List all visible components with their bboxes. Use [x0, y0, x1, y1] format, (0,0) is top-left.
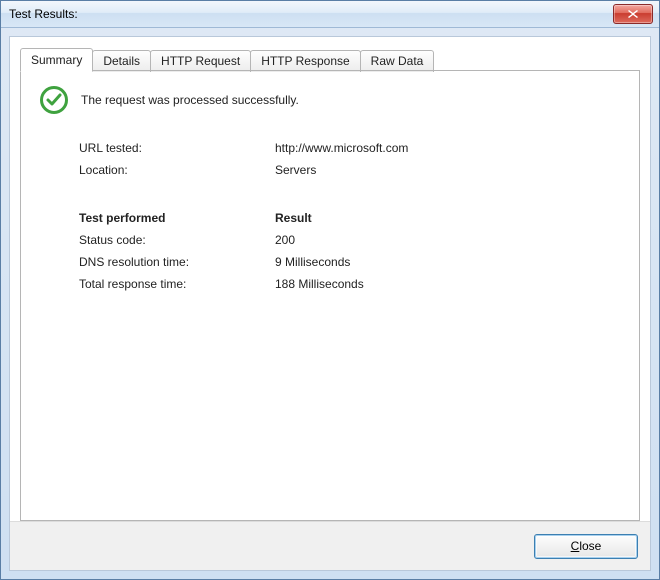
tabstrip-baseline	[20, 70, 640, 71]
tab-label: Raw Data	[371, 54, 424, 68]
status-message: The request was processed successfully.	[81, 93, 299, 107]
close-button[interactable]: Close	[534, 534, 638, 559]
value-location: Servers	[275, 163, 621, 177]
close-button-label-rest: lose	[579, 539, 601, 553]
value-status-code: 200	[275, 233, 621, 247]
tab-label: HTTP Response	[261, 54, 349, 68]
tab-label: Details	[103, 54, 140, 68]
dialog-window: Test Results: Summary Details HTTP Reque…	[0, 0, 660, 580]
summary-grid: URL tested: http://www.microsoft.com Loc…	[79, 141, 621, 291]
value-dns-resolution-time: 9 Milliseconds	[275, 255, 621, 269]
dialog-footer: Close	[10, 521, 650, 570]
status-row: The request was processed successfully.	[39, 85, 621, 115]
tab-label: Summary	[31, 53, 82, 67]
tab-details[interactable]: Details	[92, 50, 151, 72]
tabstrip: Summary Details HTTP Request HTTP Respon…	[10, 37, 650, 71]
tab-http-request[interactable]: HTTP Request	[150, 50, 251, 72]
close-icon	[628, 10, 638, 18]
header-test-performed: Test performed	[79, 211, 269, 225]
grid-spacer	[79, 185, 621, 203]
label-url-tested: URL tested:	[79, 141, 269, 155]
tab-raw-data[interactable]: Raw Data	[360, 50, 435, 72]
success-check-icon	[39, 85, 69, 115]
label-status-code: Status code:	[79, 233, 269, 247]
tab-http-response[interactable]: HTTP Response	[250, 50, 360, 72]
value-url-tested: http://www.microsoft.com	[275, 141, 621, 155]
titlebar: Test Results:	[1, 1, 659, 28]
label-total-response-time: Total response time:	[79, 277, 269, 291]
tab-summary[interactable]: Summary	[20, 48, 93, 72]
value-total-response-time: 188 Milliseconds	[275, 277, 621, 291]
client-area: Summary Details HTTP Request HTTP Respon…	[9, 36, 651, 571]
label-dns-resolution-time: DNS resolution time:	[79, 255, 269, 269]
tab-label: HTTP Request	[161, 54, 240, 68]
window-title: Test Results:	[9, 7, 78, 21]
window-close-button[interactable]	[613, 4, 653, 24]
label-location: Location:	[79, 163, 269, 177]
header-result: Result	[275, 211, 621, 225]
tabpage-summary: The request was processed successfully. …	[20, 71, 640, 521]
close-button-mnemonic: C	[571, 539, 580, 553]
